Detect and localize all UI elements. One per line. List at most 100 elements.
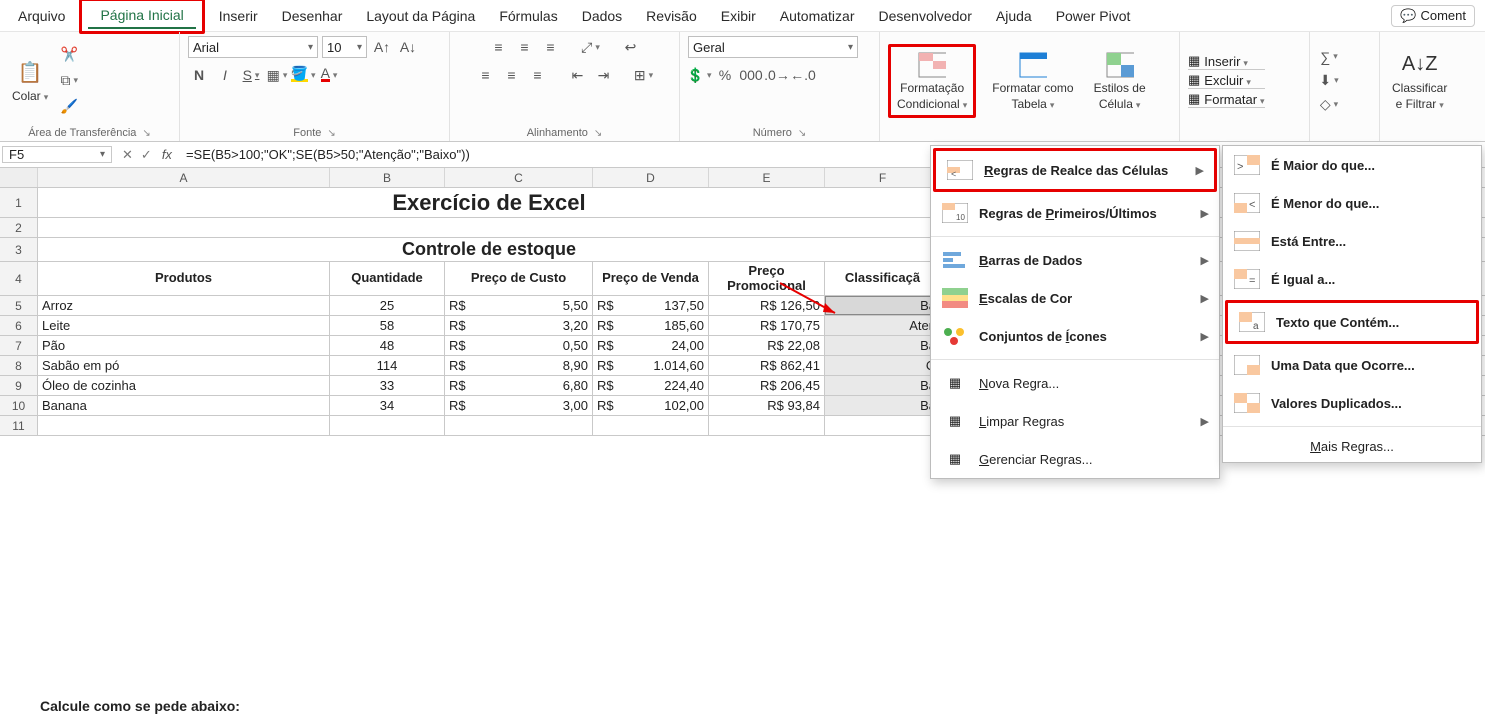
- select-all-corner[interactable]: [0, 168, 38, 187]
- format-cells-button[interactable]: ▦Formatar: [1188, 91, 1265, 108]
- cell[interactable]: Ba: [825, 336, 941, 355]
- insert-cells-button[interactable]: ▦Inserir: [1188, 53, 1265, 70]
- accounting-format-icon[interactable]: 💲: [688, 64, 710, 86]
- cell[interactable]: R$5,50: [445, 296, 593, 315]
- cell[interactable]: 34: [330, 396, 445, 415]
- cell[interactable]: Ba: [825, 396, 941, 415]
- cell[interactable]: R$3,20: [445, 316, 593, 335]
- cut-icon[interactable]: ✂️: [58, 44, 80, 66]
- cell[interactable]: [825, 416, 941, 435]
- menu-manage-rules[interactable]: ▦ Gerenciar Regras...: [931, 440, 1219, 478]
- font-color-icon[interactable]: A: [318, 64, 340, 86]
- menu-arquivo[interactable]: Arquivo: [6, 4, 77, 28]
- sheet-title[interactable]: Exercício de Excel: [38, 188, 941, 217]
- cell[interactable]: [330, 416, 445, 435]
- menu-revisao[interactable]: Revisão: [634, 4, 709, 28]
- menu-ajuda[interactable]: Ajuda: [984, 4, 1044, 28]
- cell[interactable]: 25: [330, 296, 445, 315]
- row-header[interactable]: 3: [0, 238, 38, 261]
- cell[interactable]: [38, 416, 330, 435]
- menu-top-bottom-rules[interactable]: 10 Regras de Primeiros/Últimos ▶: [931, 194, 1219, 232]
- percent-icon[interactable]: %: [714, 64, 736, 86]
- dialog-launcher-icon[interactable]: ↘: [142, 128, 150, 139]
- cell[interactable]: R$6,80: [445, 376, 593, 395]
- menu-duplicate-values[interactable]: Valores Duplicados...: [1223, 384, 1481, 422]
- cell[interactable]: R$ 862,41: [709, 356, 825, 375]
- align-top-icon[interactable]: ≡: [488, 36, 510, 58]
- align-bottom-icon[interactable]: ≡: [540, 36, 562, 58]
- row-header[interactable]: 8: [0, 356, 38, 375]
- menu-greater-than[interactable]: > É Maior do que...: [1223, 146, 1481, 184]
- cell[interactable]: Leite: [38, 316, 330, 335]
- cell[interactable]: 114: [330, 356, 445, 375]
- col-header-c[interactable]: C: [445, 168, 593, 187]
- cell[interactable]: Arroz: [38, 296, 330, 315]
- cell[interactable]: R$24,00: [593, 336, 709, 355]
- cell[interactable]: Banana: [38, 396, 330, 415]
- th-classificacao[interactable]: Classificaçã: [825, 262, 941, 295]
- menu-color-scales[interactable]: Escalas de Cor ▶: [931, 279, 1219, 317]
- menu-icon-sets[interactable]: Conjuntos de Ícones ▶: [931, 317, 1219, 355]
- decrease-decimal-icon[interactable]: ←.0: [792, 64, 814, 86]
- menu-new-rule[interactable]: ▦ Nova Regra...: [931, 364, 1219, 402]
- menu-less-than[interactable]: < É Menor do que...: [1223, 184, 1481, 222]
- menu-date-occurring[interactable]: Uma Data que Ocorre...: [1223, 346, 1481, 384]
- name-box[interactable]: F5: [2, 146, 112, 163]
- align-left-icon[interactable]: ≡: [475, 64, 497, 86]
- font-size-combo[interactable]: 10: [322, 36, 367, 58]
- cell[interactable]: R$3,00: [445, 396, 593, 415]
- format-as-table-button[interactable]: Formatar como Tabela: [988, 49, 1077, 113]
- borders-icon[interactable]: ▦: [266, 64, 288, 86]
- cell[interactable]: R$ 126,50: [709, 296, 825, 315]
- col-header-b[interactable]: B: [330, 168, 445, 187]
- menu-formulas[interactable]: Fórmulas: [487, 4, 569, 28]
- align-right-icon[interactable]: ≡: [527, 64, 549, 86]
- cell[interactable]: R$102,00: [593, 396, 709, 415]
- row-header[interactable]: 1: [0, 188, 38, 217]
- dialog-launcher-icon[interactable]: ↘: [594, 128, 602, 139]
- menu-dados[interactable]: Dados: [570, 4, 634, 28]
- cell[interactable]: O: [825, 356, 941, 375]
- clear-icon[interactable]: ◇: [1318, 94, 1340, 116]
- conditional-formatting-button[interactable]: Formatação Condicional: [893, 49, 971, 113]
- format-painter-icon[interactable]: 🖌️: [58, 96, 80, 118]
- menu-desenhar[interactable]: Desenhar: [270, 4, 355, 28]
- col-header-e[interactable]: E: [709, 168, 825, 187]
- menu-between[interactable]: Está Entre...: [1223, 222, 1481, 260]
- cell[interactable]: 48: [330, 336, 445, 355]
- cell[interactable]: R$ 170,75: [709, 316, 825, 335]
- cell[interactable]: Óleo de cozinha: [38, 376, 330, 395]
- cell[interactable]: 33: [330, 376, 445, 395]
- decrease-indent-icon[interactable]: ⇤: [567, 64, 589, 86]
- increase-decimal-icon[interactable]: .0→: [766, 64, 788, 86]
- row-header[interactable]: 7: [0, 336, 38, 355]
- dialog-launcher-icon[interactable]: ↘: [327, 128, 335, 139]
- comma-style-icon[interactable]: 000: [740, 64, 762, 86]
- cell-styles-button[interactable]: Estilos de Célula: [1090, 49, 1150, 113]
- col-header-d[interactable]: D: [593, 168, 709, 187]
- dialog-launcher-icon[interactable]: ↘: [798, 128, 806, 139]
- cell[interactable]: R$224,40: [593, 376, 709, 395]
- cell[interactable]: Ba: [825, 376, 941, 395]
- autosum-icon[interactable]: ∑: [1318, 46, 1340, 68]
- underline-button[interactable]: S: [240, 64, 262, 86]
- cell[interactable]: R$0,50: [445, 336, 593, 355]
- row-header[interactable]: 5: [0, 296, 38, 315]
- menu-power-pivot[interactable]: Power Pivot: [1044, 4, 1143, 28]
- font-name-combo[interactable]: Arial: [188, 36, 318, 58]
- fx-icon[interactable]: fx: [162, 147, 180, 162]
- cell[interactable]: Pão: [38, 336, 330, 355]
- menu-data-bars[interactable]: Barras de Dados ▶: [931, 241, 1219, 279]
- cell[interactable]: [445, 416, 593, 435]
- menu-inserir[interactable]: Inserir: [207, 4, 270, 28]
- menu-equal-to[interactable]: = É Igual a...: [1223, 260, 1481, 298]
- number-format-combo[interactable]: Geral: [688, 36, 858, 58]
- menu-clear-rules[interactable]: ▦ Limpar Regras ▶: [931, 402, 1219, 440]
- menu-layout[interactable]: Layout da Página: [354, 4, 487, 28]
- paste-button[interactable]: 📋 Colar: [8, 57, 52, 105]
- decrease-font-icon[interactable]: A↓: [397, 36, 419, 58]
- cell[interactable]: 58: [330, 316, 445, 335]
- cell[interactable]: [593, 416, 709, 435]
- row-header[interactable]: 6: [0, 316, 38, 335]
- bold-button[interactable]: N: [188, 64, 210, 86]
